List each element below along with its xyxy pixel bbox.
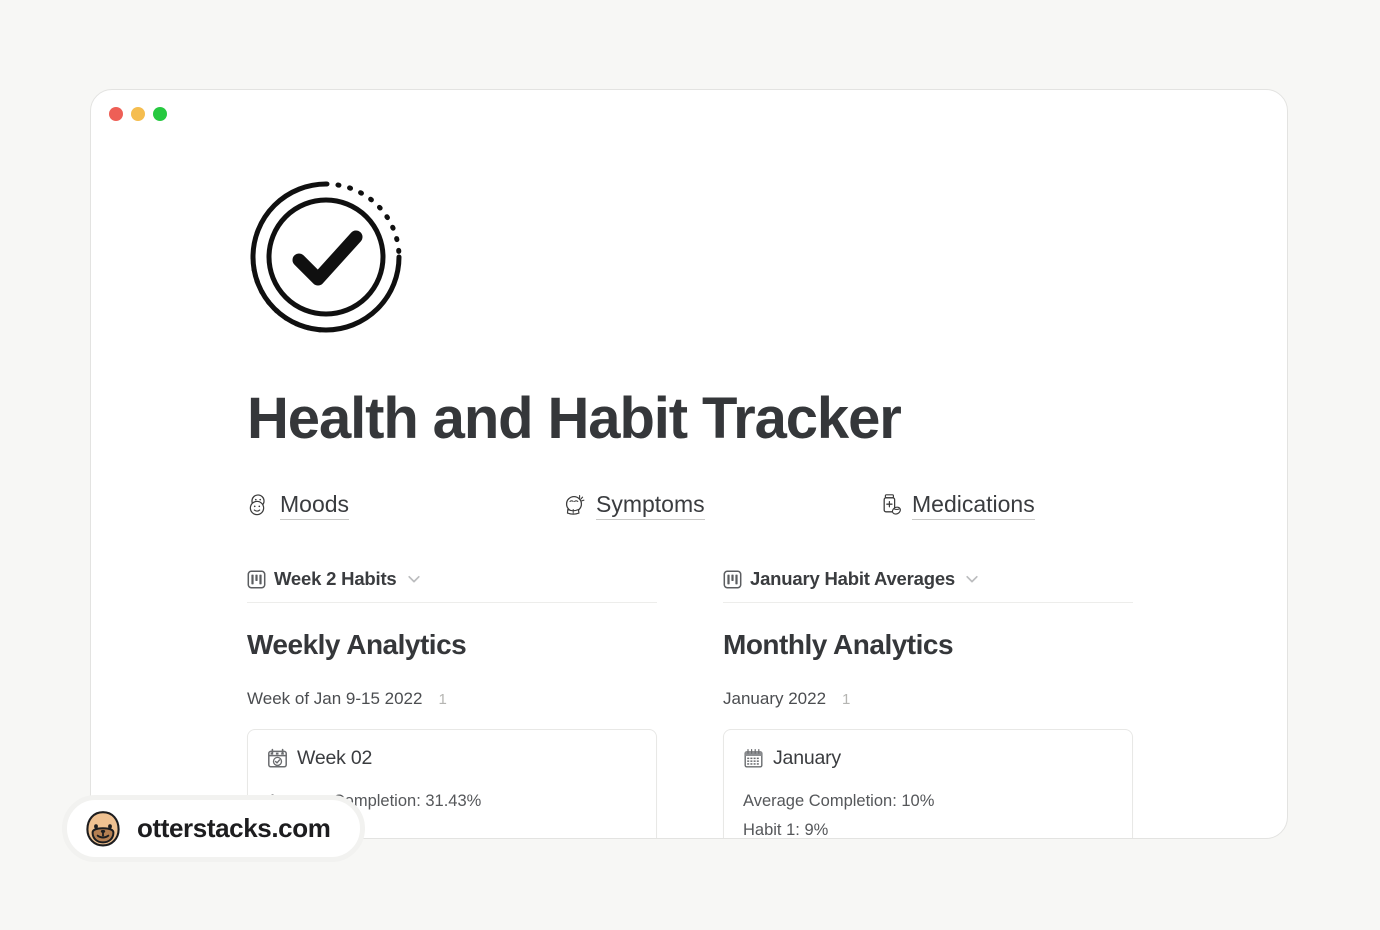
spiral-calendar-icon — [743, 748, 764, 769]
card-title: January — [773, 747, 841, 770]
window-minimize-button[interactable] — [131, 107, 145, 121]
pill-bottle-icon — [879, 493, 903, 517]
quick-links: Moods Symptoms Medications — [247, 491, 1227, 521]
card-january[interactable]: January Average Completion: 10% Habit 1:… — [723, 729, 1133, 839]
link-moods[interactable]: Moods — [247, 491, 563, 521]
calendar-check-icon — [267, 748, 288, 769]
analytics-columns: Week 2 Habits Weekly Analytics Week of J… — [247, 568, 1227, 839]
link-symptoms[interactable]: Symptoms — [563, 491, 879, 521]
chevron-down-icon[interactable] — [405, 570, 423, 588]
link-medications[interactable]: Medications — [879, 491, 1035, 521]
board-view-icon — [247, 570, 266, 589]
database-title: Week 2 Habits — [274, 568, 397, 590]
database-title: January Habit Averages — [750, 568, 956, 590]
link-label: Moods — [280, 491, 350, 521]
performing-arts-masks-icon — [247, 493, 271, 517]
card-line: Habit 1: 9% — [743, 820, 829, 839]
window-close-button[interactable] — [109, 107, 123, 121]
column-monthly: January Habit Averages Monthly Analytics… — [723, 568, 1133, 839]
checkmark-circle-dotted-icon — [247, 178, 405, 336]
database-header-week-2-habits[interactable]: Week 2 Habits — [247, 568, 657, 604]
board-view-icon — [723, 570, 742, 589]
watermark-badge: otterstacks.com — [62, 795, 366, 862]
page-title: Health and Habit Tracker — [247, 386, 902, 451]
database-header-january-habit-averages[interactable]: January Habit Averages — [723, 568, 1133, 604]
watermark-text: otterstacks.com — [137, 813, 331, 843]
group-name: Week of Jan 9-15 2022 — [247, 689, 423, 709]
card-title-row: January — [743, 747, 1113, 770]
link-label: Symptoms — [596, 491, 705, 521]
app-window: Health and Habit Tracker Moods Symptoms … — [90, 89, 1288, 839]
sneezing-face-icon — [563, 493, 587, 517]
section-heading-weekly: Weekly Analytics — [247, 629, 467, 661]
group-count: 1 — [842, 691, 851, 709]
chevron-down-icon[interactable] — [963, 570, 981, 588]
card-title: Week 02 — [297, 747, 373, 770]
group-row-weekly[interactable]: Week of Jan 9-15 2022 1 — [247, 689, 657, 709]
group-row-monthly[interactable]: January 2022 1 — [723, 689, 1133, 709]
window-titlebar — [91, 90, 1287, 138]
page-content: Health and Habit Tracker Moods Symptoms … — [91, 138, 1287, 839]
window-maximize-button[interactable] — [153, 107, 167, 121]
card-line: Average Completion: 10% — [743, 792, 935, 811]
card-title-row: Week 02 — [267, 747, 637, 770]
otter-face-logo — [83, 809, 123, 849]
link-label: Medications — [912, 491, 1035, 521]
group-count: 1 — [438, 691, 447, 709]
section-heading-monthly: Monthly Analytics — [723, 629, 954, 661]
group-name: January 2022 — [723, 689, 827, 709]
